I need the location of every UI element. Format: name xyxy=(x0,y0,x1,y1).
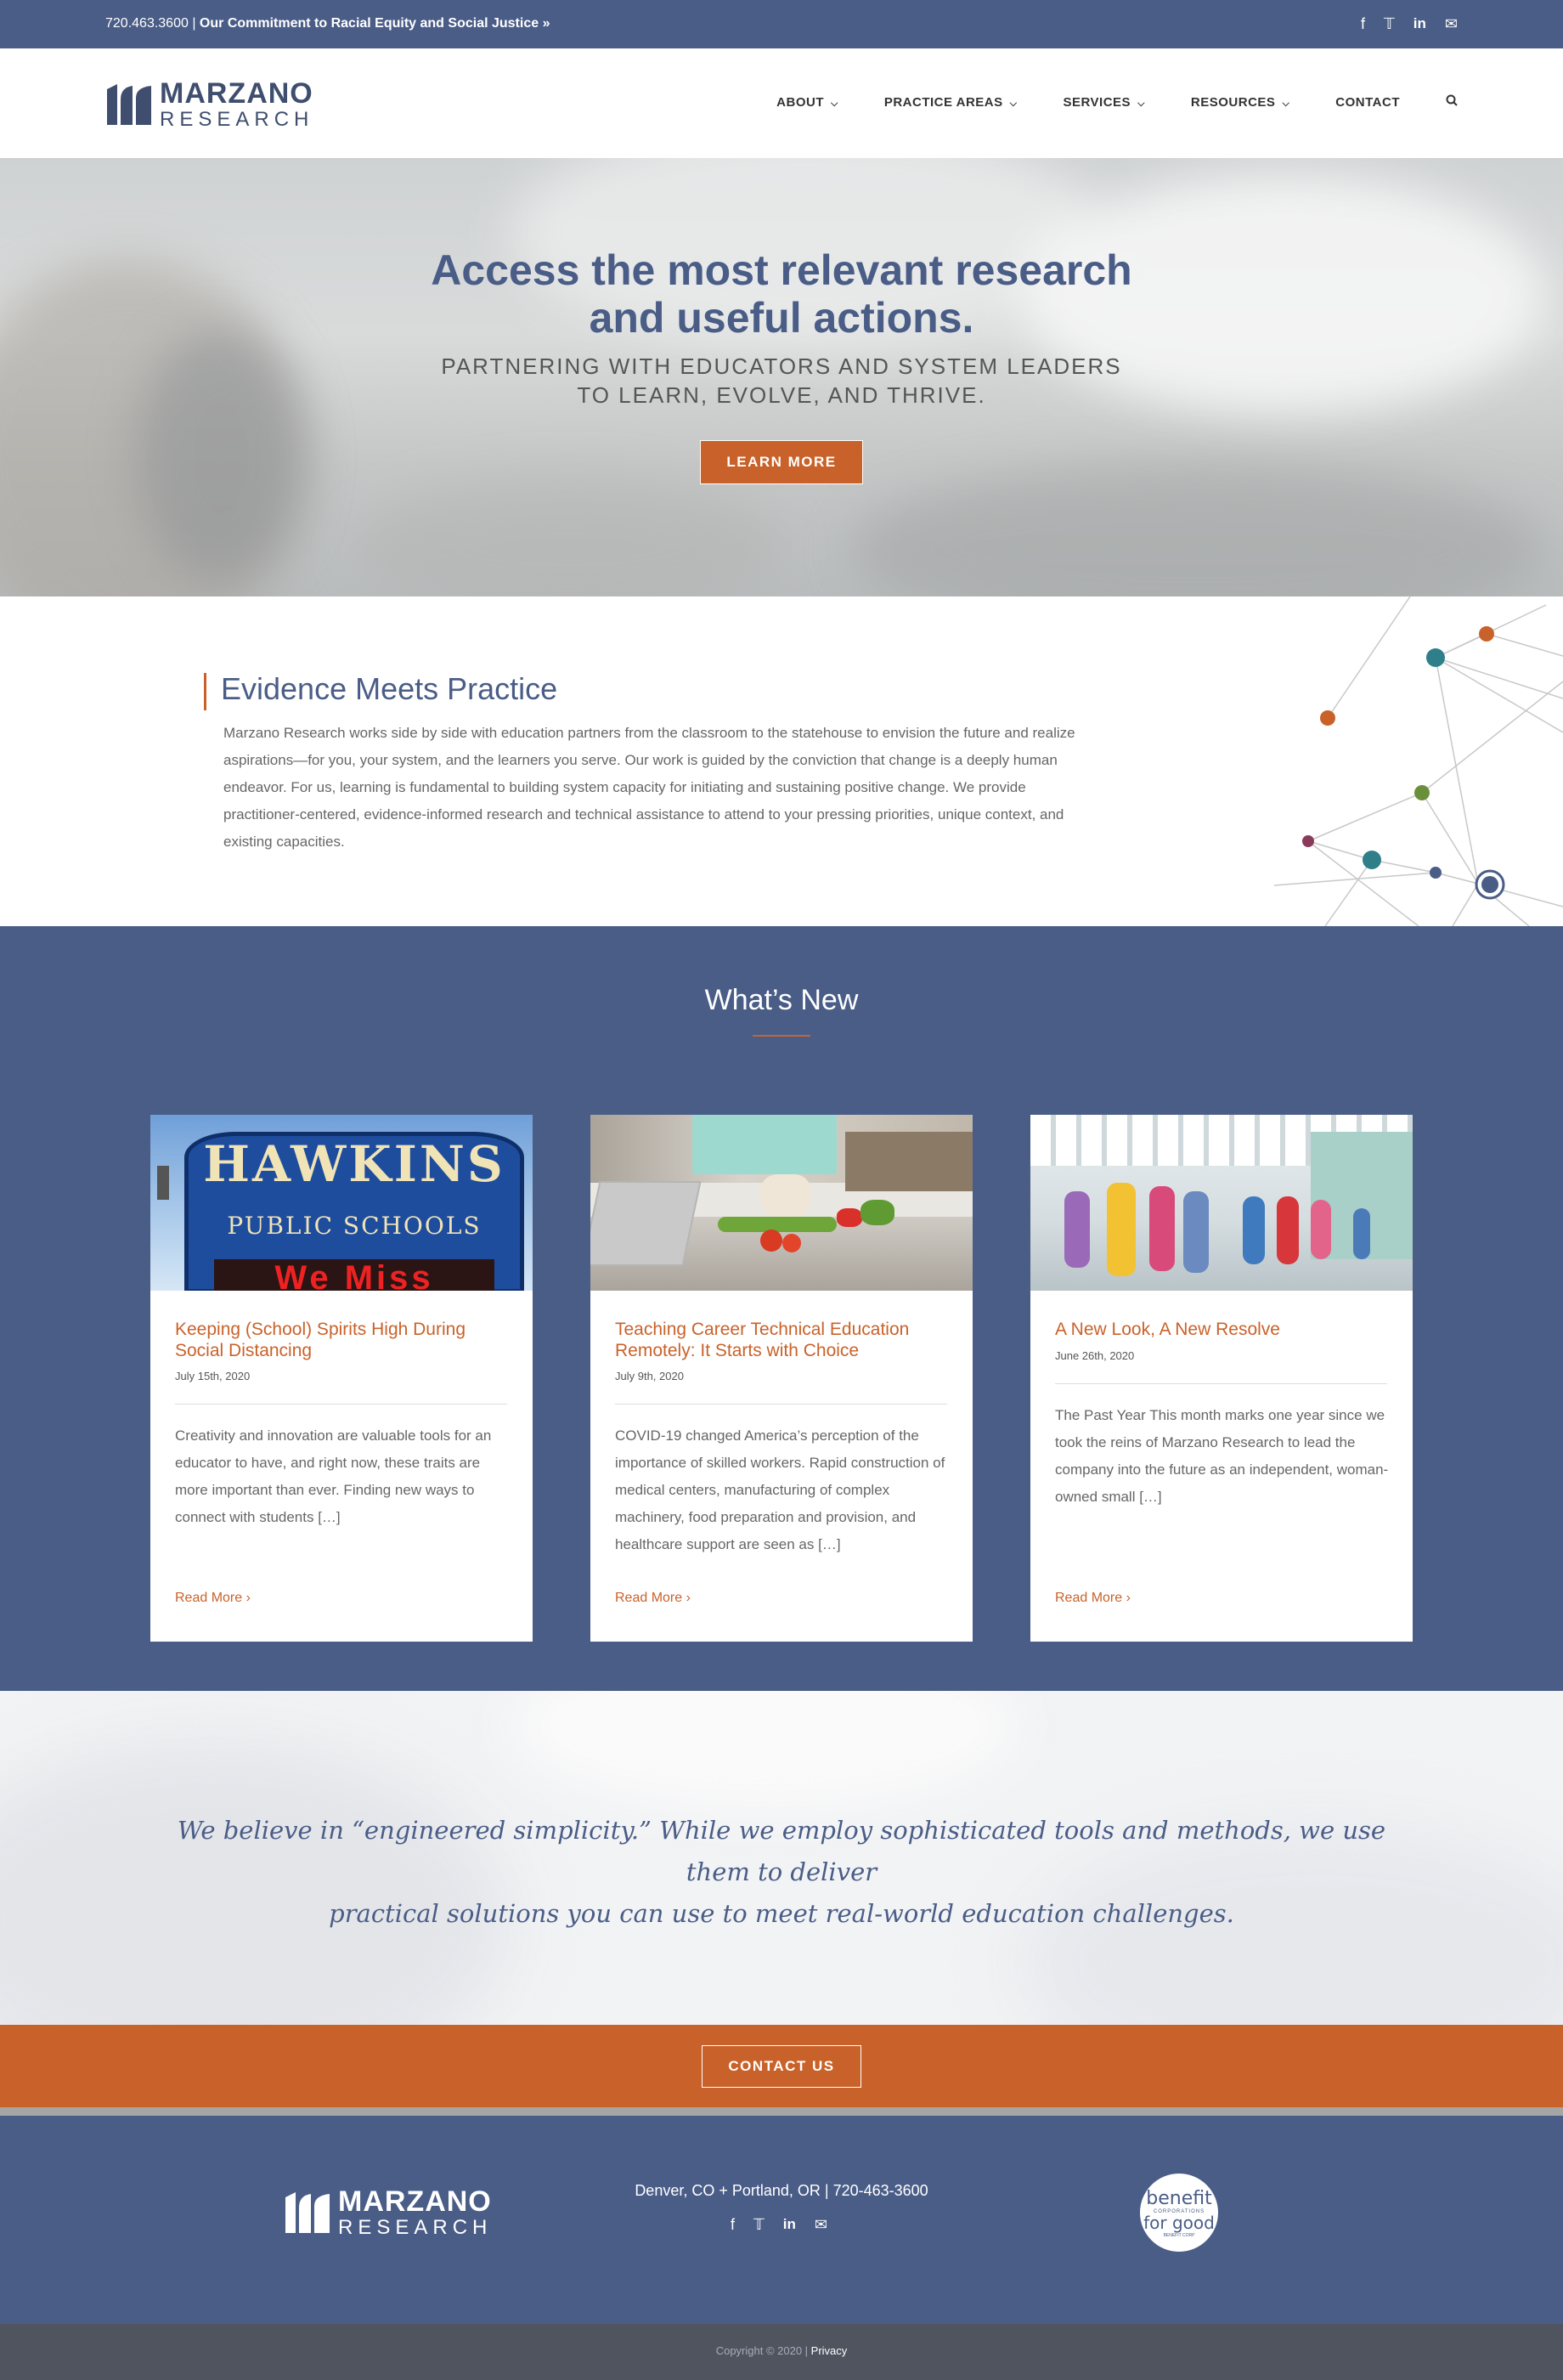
nav-resources[interactable]: RESOURCES ⌵ xyxy=(1191,95,1289,110)
learn-more-button[interactable]: LEARN MORE xyxy=(700,440,863,484)
hero-subtitle: PARTNERING WITH EDUCATORS AND SYSTEM LEA… xyxy=(441,353,1122,408)
nav-practice-areas[interactable]: PRACTICE AREAS ⌵ xyxy=(884,95,1018,110)
news-card-divider xyxy=(175,1404,507,1405)
contact-bar: CONTACT US xyxy=(0,2025,1563,2107)
news-card-date: July 9th, 2020 xyxy=(615,1370,684,1382)
news-card-image[interactable]: HAWKINS PUBLIC SCHOOLS We Miss xyxy=(150,1115,533,1291)
footer-address: Denver, CO + Portland, OR | 720-463-3600 xyxy=(635,2182,928,2199)
site-logo[interactable]: MARZANO RESEARCH xyxy=(105,77,314,131)
topbar-social: f 𝕋 in ✉ xyxy=(1361,14,1458,33)
footer-logo-line2: RESEARCH xyxy=(338,2216,493,2239)
network-node xyxy=(1426,648,1445,667)
chevron-right-icon: › xyxy=(1126,1591,1131,1605)
site-header: MARZANO RESEARCH ABOUT ⌵ PRACTICE AREAS ⌵ … xyxy=(0,48,1563,158)
evidence-section: Evidence Meets Practice Marzano Research… xyxy=(0,596,1563,926)
read-more-link[interactable]: Read More › xyxy=(175,1591,251,1606)
linkedin-icon[interactable]: in xyxy=(1413,14,1426,33)
copyright-text: Copyright © 2020 | Privacy xyxy=(715,2344,848,2357)
evidence-accent-bar xyxy=(204,673,206,710)
hero-title: Access the most relevant research and us… xyxy=(431,246,1132,342)
hero-banner: Access the most relevant research and us… xyxy=(0,158,1563,596)
copyright-bar: Copyright © 2020 | Privacy xyxy=(0,2324,1563,2380)
sign-led: We Miss xyxy=(274,1259,434,1291)
nav-contact[interactable]: CONTACT xyxy=(1335,95,1400,110)
email-icon[interactable]: ✉ xyxy=(815,2216,827,2234)
quote-bg-blur xyxy=(510,1691,1019,1810)
footer-divider xyxy=(0,2107,1563,2116)
facebook-icon[interactable]: f xyxy=(731,2216,735,2234)
top-bar: 720.463.3600 | Our Commitment to Racial … xyxy=(0,0,1563,48)
logo-line2: RESEARCH xyxy=(160,108,314,131)
nav-about[interactable]: ABOUT ⌵ xyxy=(776,95,838,110)
network-node xyxy=(1363,851,1381,869)
read-more-link[interactable]: Read More › xyxy=(1055,1591,1131,1606)
network-graphic xyxy=(1274,596,1563,926)
chevron-down-icon: ⌵ xyxy=(1282,99,1290,109)
evidence-body: Marzano Research works side by side with… xyxy=(223,725,1075,850)
hero-bg-blur xyxy=(849,464,1546,596)
quote-text: We believe in “engineered simplicity.” W… xyxy=(177,1816,1386,1928)
nav-services[interactable]: SERVICES ⌵ xyxy=(1063,95,1144,110)
hero-bg-blur xyxy=(357,481,782,596)
twitter-icon[interactable]: 𝕋 xyxy=(753,2216,765,2234)
news-card[interactable]: A New Look, A New Resolve June 26th, 202… xyxy=(1030,1115,1413,1642)
chevron-down-icon: ⌵ xyxy=(1137,99,1145,109)
network-node xyxy=(1481,876,1498,893)
news-card-image[interactable] xyxy=(590,1115,973,1291)
chevron-right-icon: › xyxy=(686,1591,691,1605)
site-footer: MARZANO RESEARCH Denver, CO + Portland, … xyxy=(0,2116,1563,2324)
email-icon[interactable]: ✉ xyxy=(1445,14,1458,33)
contact-us-button[interactable]: CONTACT US xyxy=(702,2045,861,2088)
news-card-title[interactable]: A New Look, A New Resolve xyxy=(1055,1319,1395,1340)
network-node xyxy=(1320,710,1335,726)
news-card-date: July 15th, 2020 xyxy=(175,1370,251,1382)
whats-new-section: What’s New HAWKINS PUBLIC SCHOOLS We Mis… xyxy=(0,926,1563,1691)
news-card-divider xyxy=(615,1404,947,1405)
network-node xyxy=(1302,835,1314,847)
topbar-phone[interactable]: 720.463.3600 xyxy=(105,16,189,31)
read-more-link[interactable]: Read More › xyxy=(615,1591,691,1606)
chevron-right-icon: › xyxy=(245,1591,251,1605)
network-node xyxy=(1479,626,1494,642)
logo-line1: MARZANO xyxy=(160,77,313,110)
news-card-excerpt: The Past Year This month marks one year … xyxy=(1055,1407,1389,1505)
footer-social: f 𝕋 in ✉ xyxy=(731,2216,827,2234)
topbar-contact: 720.463.3600 | Our Commitment to Racial … xyxy=(105,16,550,31)
quote-section: We believe in “engineered simplicity.” W… xyxy=(0,1691,1563,2025)
news-card-excerpt: Creativity and innovation are valuable t… xyxy=(175,1427,492,1525)
whats-new-title: What’s New xyxy=(704,984,859,1016)
main-nav: ABOUT ⌵ PRACTICE AREAS ⌵ SERVICES ⌵ RESOURC… xyxy=(776,94,1458,110)
marzano-logo-icon xyxy=(107,84,151,125)
privacy-link[interactable]: Privacy xyxy=(811,2344,848,2357)
whats-new-divider xyxy=(753,1035,810,1037)
commitment-link[interactable]: Our Commitment to Racial Equity and Soci… xyxy=(200,16,550,31)
news-card-divider xyxy=(1055,1383,1387,1384)
sign-name: HAWKINS xyxy=(203,1135,505,1193)
news-card-excerpt: COVID-19 changed America’s perception of… xyxy=(615,1427,945,1552)
chevron-down-icon: ⌵ xyxy=(1009,99,1018,109)
facebook-icon[interactable]: f xyxy=(1361,14,1365,33)
network-node xyxy=(1430,867,1442,879)
news-card-title[interactable]: Teaching Career Technical Education Remo… xyxy=(615,1319,955,1361)
news-card-title[interactable]: Keeping (School) Spirits High During Soc… xyxy=(175,1319,515,1361)
network-node xyxy=(1414,785,1430,800)
news-card-image[interactable] xyxy=(1030,1115,1413,1291)
news-card[interactable]: Teaching Career Technical Education Remo… xyxy=(590,1115,973,1642)
sign-sub: PUBLIC SCHOOLS xyxy=(227,1212,482,1240)
twitter-icon[interactable]: 𝕋 xyxy=(1384,14,1395,33)
news-card[interactable]: HAWKINS PUBLIC SCHOOLS We Miss Keeping (… xyxy=(150,1115,533,1642)
linkedin-icon[interactable]: in xyxy=(783,2216,796,2234)
news-card-date: June 26th, 2020 xyxy=(1055,1349,1135,1362)
search-icon[interactable] xyxy=(1446,94,1458,110)
evidence-title: Evidence Meets Practice xyxy=(221,671,558,706)
chevron-down-icon: ⌵ xyxy=(830,99,838,109)
benefit-corp-badge[interactable]: benefit CORPORATIONS for good BENEFIT CO… xyxy=(1140,2174,1218,2252)
